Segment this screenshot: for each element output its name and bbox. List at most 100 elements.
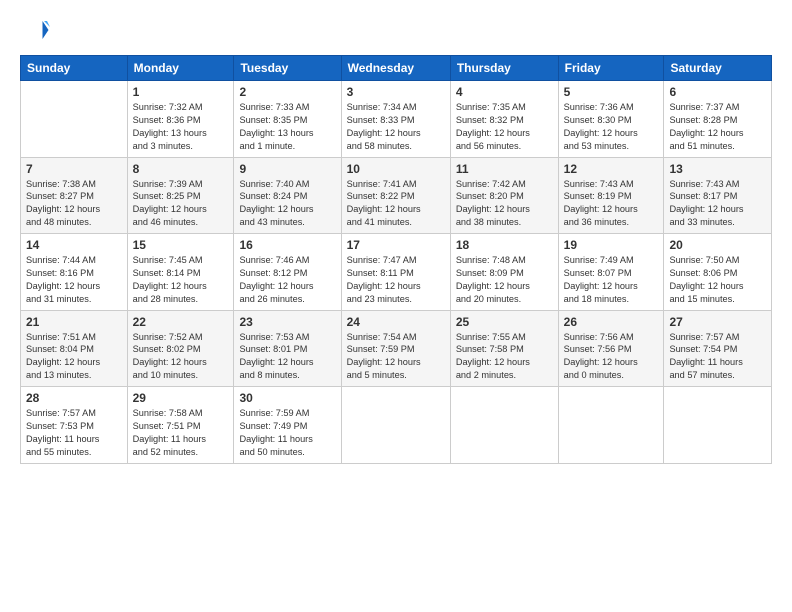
day-info: Sunrise: 7:43 AM Sunset: 8:17 PM Dayligh… (669, 178, 766, 230)
day-number: 20 (669, 238, 766, 252)
weekday-header-row: SundayMondayTuesdayWednesdayThursdayFrid… (21, 56, 772, 81)
day-info: Sunrise: 7:53 AM Sunset: 8:01 PM Dayligh… (239, 331, 335, 383)
calendar-cell: 2 Sunrise: 7:33 AM Sunset: 8:35 PM Daylig… (234, 81, 341, 158)
calendar-cell (450, 387, 558, 464)
day-info: Sunrise: 7:36 AM Sunset: 8:30 PM Dayligh… (564, 101, 659, 153)
calendar-week-4: 21 Sunrise: 7:51 AM Sunset: 8:04 PM Dayli… (21, 310, 772, 387)
calendar-cell (341, 387, 450, 464)
calendar-cell: 16Sunrise: 7:46 AM Sunset: 8:12 PM Dayli… (234, 234, 341, 311)
day-number: 17 (347, 238, 445, 252)
day-number: 22 (133, 315, 229, 329)
day-number: 11 (456, 162, 553, 176)
day-info: Sunrise: 7:57 AM Sunset: 7:54 PM Dayligh… (669, 331, 766, 383)
calendar-cell: 27 Sunrise: 7:57 AM Sunset: 7:54 PM Dayli… (664, 310, 772, 387)
day-number: 18 (456, 238, 553, 252)
calendar-week-5: 28 Sunrise: 7:57 AM Sunset: 7:53 PM Dayli… (21, 387, 772, 464)
calendar-cell: 7Sunrise: 7:38 AM Sunset: 8:27 PM Daylig… (21, 157, 128, 234)
calendar-cell: 12 Sunrise: 7:43 AM Sunset: 8:19 PM Dayli… (558, 157, 664, 234)
day-number: 26 (564, 315, 659, 329)
calendar-cell: 14 Sunrise: 7:44 AM Sunset: 8:16 PM Dayli… (21, 234, 128, 311)
day-number: 3 (347, 85, 445, 99)
day-number: 4 (456, 85, 553, 99)
day-info: Sunrise: 7:57 AM Sunset: 7:53 PM Dayligh… (26, 407, 122, 459)
calendar-cell: 4 Sunrise: 7:35 AM Sunset: 8:32 PM Daylig… (450, 81, 558, 158)
day-info: Sunrise: 7:58 AM Sunset: 7:51 PM Dayligh… (133, 407, 229, 459)
day-number: 14 (26, 238, 122, 252)
day-number: 28 (26, 391, 122, 405)
calendar-cell: 25 Sunrise: 7:55 AM Sunset: 7:58 PM Dayli… (450, 310, 558, 387)
calendar-week-2: 7Sunrise: 7:38 AM Sunset: 8:27 PM Daylig… (21, 157, 772, 234)
weekday-header-wednesday: Wednesday (341, 56, 450, 81)
calendar-cell: 19Sunrise: 7:49 AM Sunset: 8:07 PM Dayli… (558, 234, 664, 311)
day-number: 8 (133, 162, 229, 176)
calendar-cell (21, 81, 128, 158)
calendar-cell: 11 Sunrise: 7:42 AM Sunset: 8:20 PM Dayli… (450, 157, 558, 234)
weekday-header-friday: Friday (558, 56, 664, 81)
calendar-cell: 26 Sunrise: 7:56 AM Sunset: 7:56 PM Dayli… (558, 310, 664, 387)
day-number: 5 (564, 85, 659, 99)
day-number: 21 (26, 315, 122, 329)
weekday-header-thursday: Thursday (450, 56, 558, 81)
day-info: Sunrise: 7:37 AM Sunset: 8:28 PM Dayligh… (669, 101, 766, 153)
day-info: Sunrise: 7:50 AM Sunset: 8:06 PM Dayligh… (669, 254, 766, 306)
logo-icon (20, 15, 50, 45)
day-number: 12 (564, 162, 659, 176)
day-info: Sunrise: 7:45 AM Sunset: 8:14 PM Dayligh… (133, 254, 229, 306)
day-number: 13 (669, 162, 766, 176)
day-number: 27 (669, 315, 766, 329)
day-number: 23 (239, 315, 335, 329)
calendar-cell: 30 Sunrise: 7:59 AM Sunset: 7:49 PM Dayli… (234, 387, 341, 464)
header (20, 15, 772, 45)
day-number: 29 (133, 391, 229, 405)
weekday-header-tuesday: Tuesday (234, 56, 341, 81)
calendar-cell: 1Sunrise: 7:32 AM Sunset: 8:36 PM Daylig… (127, 81, 234, 158)
day-number: 2 (239, 85, 335, 99)
day-info: Sunrise: 7:55 AM Sunset: 7:58 PM Dayligh… (456, 331, 553, 383)
calendar-cell: 3 Sunrise: 7:34 AM Sunset: 8:33 PM Daylig… (341, 81, 450, 158)
day-info: Sunrise: 7:42 AM Sunset: 8:20 PM Dayligh… (456, 178, 553, 230)
calendar-cell: 8 Sunrise: 7:39 AM Sunset: 8:25 PM Daylig… (127, 157, 234, 234)
day-number: 6 (669, 85, 766, 99)
calendar-table: SundayMondayTuesdayWednesdayThursdayFrid… (20, 55, 772, 464)
day-number: 10 (347, 162, 445, 176)
day-info: Sunrise: 7:43 AM Sunset: 8:19 PM Dayligh… (564, 178, 659, 230)
calendar-cell: 10 Sunrise: 7:41 AM Sunset: 8:22 PM Dayli… (341, 157, 450, 234)
day-info: Sunrise: 7:35 AM Sunset: 8:32 PM Dayligh… (456, 101, 553, 153)
day-info: Sunrise: 7:44 AM Sunset: 8:16 PM Dayligh… (26, 254, 122, 306)
calendar-cell: 15 Sunrise: 7:45 AM Sunset: 8:14 PM Dayli… (127, 234, 234, 311)
day-info: Sunrise: 7:41 AM Sunset: 8:22 PM Dayligh… (347, 178, 445, 230)
day-number: 30 (239, 391, 335, 405)
calendar-cell: 13 Sunrise: 7:43 AM Sunset: 8:17 PM Dayli… (664, 157, 772, 234)
calendar-week-1: 1Sunrise: 7:32 AM Sunset: 8:36 PM Daylig… (21, 81, 772, 158)
day-info: Sunrise: 7:47 AM Sunset: 8:11 PM Dayligh… (347, 254, 445, 306)
day-info: Sunrise: 7:52 AM Sunset: 8:02 PM Dayligh… (133, 331, 229, 383)
calendar-cell (558, 387, 664, 464)
calendar-cell: 20 Sunrise: 7:50 AM Sunset: 8:06 PM Dayli… (664, 234, 772, 311)
day-info: Sunrise: 7:34 AM Sunset: 8:33 PM Dayligh… (347, 101, 445, 153)
day-number: 19 (564, 238, 659, 252)
calendar-cell: 18 Sunrise: 7:48 AM Sunset: 8:09 PM Dayli… (450, 234, 558, 311)
weekday-header-saturday: Saturday (664, 56, 772, 81)
day-number: 1 (133, 85, 229, 99)
calendar-cell: 22 Sunrise: 7:52 AM Sunset: 8:02 PM Dayli… (127, 310, 234, 387)
day-number: 7 (26, 162, 122, 176)
day-info: Sunrise: 7:59 AM Sunset: 7:49 PM Dayligh… (239, 407, 335, 459)
calendar-cell: 23 Sunrise: 7:53 AM Sunset: 8:01 PM Dayli… (234, 310, 341, 387)
day-number: 16 (239, 238, 335, 252)
day-info: Sunrise: 7:56 AM Sunset: 7:56 PM Dayligh… (564, 331, 659, 383)
day-info: Sunrise: 7:54 AM Sunset: 7:59 PM Dayligh… (347, 331, 445, 383)
day-info: Sunrise: 7:48 AM Sunset: 8:09 PM Dayligh… (456, 254, 553, 306)
calendar-cell: 28 Sunrise: 7:57 AM Sunset: 7:53 PM Dayli… (21, 387, 128, 464)
day-info: Sunrise: 7:51 AM Sunset: 8:04 PM Dayligh… (26, 331, 122, 383)
day-number: 24 (347, 315, 445, 329)
day-number: 15 (133, 238, 229, 252)
calendar-week-3: 14 Sunrise: 7:44 AM Sunset: 8:16 PM Dayli… (21, 234, 772, 311)
calendar-cell: 5 Sunrise: 7:36 AM Sunset: 8:30 PM Daylig… (558, 81, 664, 158)
day-info: Sunrise: 7:33 AM Sunset: 8:35 PM Dayligh… (239, 101, 335, 153)
day-number: 25 (456, 315, 553, 329)
logo (20, 15, 54, 45)
calendar-cell: 29 Sunrise: 7:58 AM Sunset: 7:51 PM Dayli… (127, 387, 234, 464)
page: SundayMondayTuesdayWednesdayThursdayFrid… (0, 0, 792, 612)
day-info: Sunrise: 7:39 AM Sunset: 8:25 PM Dayligh… (133, 178, 229, 230)
day-info: Sunrise: 7:40 AM Sunset: 8:24 PM Dayligh… (239, 178, 335, 230)
